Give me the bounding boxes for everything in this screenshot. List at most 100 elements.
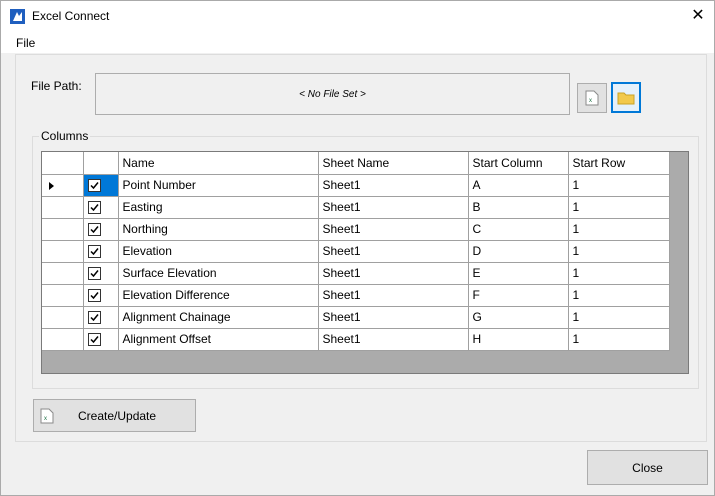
row-checkbox[interactable] (87, 223, 101, 237)
browse-folder-button[interactable] (611, 82, 641, 113)
cell-sheet-name[interactable]: Sheet1 (318, 196, 469, 219)
checkmark-icon (89, 248, 99, 256)
row-header-cell[interactable] (42, 262, 84, 285)
close-button-label: Close (632, 460, 663, 475)
close-button[interactable]: Close (587, 450, 708, 485)
file-path-label: File Path: (31, 79, 82, 93)
table-row[interactable]: Elevation Sheet1 D 1 (42, 240, 670, 263)
cell-name[interactable]: Point Number (118, 174, 319, 197)
row-header-cell[interactable] (42, 218, 84, 241)
table-row[interactable]: Alignment Offset Sheet1 H 1 (42, 328, 670, 351)
svg-text:x: x (589, 98, 592, 104)
row-checkbox-cell (83, 196, 119, 219)
checkbox-column-header (83, 152, 119, 175)
cell-name[interactable]: Surface Elevation (118, 262, 319, 285)
cell-start-column[interactable]: G (468, 306, 569, 329)
table-row[interactable]: Point Number Sheet1 A 1 (42, 174, 670, 197)
row-header-cell[interactable] (42, 174, 84, 197)
row-header-cell[interactable] (42, 284, 84, 307)
create-update-label: Create/Update (78, 409, 157, 423)
cell-name[interactable]: Alignment Offset (118, 328, 319, 351)
cell-start-column[interactable]: H (468, 328, 569, 351)
table-row[interactable]: Elevation Difference Sheet1 F 1 (42, 284, 670, 307)
row-checkbox-cell (83, 284, 119, 307)
row-checkbox-cell (83, 174, 119, 197)
row-checkbox-cell (83, 306, 119, 329)
file-path-field[interactable]: < No File Set > (95, 73, 570, 115)
folder-icon (617, 92, 635, 104)
cell-start-column[interactable]: F (468, 284, 569, 307)
table-row[interactable]: Alignment Chainage Sheet1 G 1 (42, 306, 670, 329)
cell-sheet-name[interactable]: Sheet1 (318, 218, 469, 241)
columns-table: Name Sheet Name Start Column Start Row P… (42, 152, 670, 351)
header-row: Name Sheet Name Start Column Start Row (42, 152, 670, 175)
checkmark-icon (89, 226, 99, 234)
cell-name[interactable]: Elevation Difference (118, 284, 319, 307)
cell-sheet-name[interactable]: Sheet1 (318, 240, 469, 263)
row-checkbox-cell (83, 328, 119, 351)
row-header-cell[interactable] (42, 306, 84, 329)
table-row[interactable]: Surface Elevation Sheet1 E 1 (42, 262, 670, 285)
row-header-cell[interactable] (42, 328, 84, 351)
close-icon[interactable]: ✕ (684, 4, 712, 28)
column-header-sheet-name[interactable]: Sheet Name (318, 152, 469, 175)
cell-start-column[interactable]: D (468, 240, 569, 263)
cell-sheet-name[interactable]: Sheet1 (318, 284, 469, 307)
cell-start-row[interactable]: 1 (568, 218, 670, 241)
cell-start-column[interactable]: B (468, 196, 569, 219)
cell-start-row[interactable]: 1 (568, 306, 670, 329)
row-checkbox[interactable] (87, 289, 101, 303)
column-header-start-column[interactable]: Start Column (468, 152, 569, 175)
row-header-corner (42, 152, 84, 175)
cell-start-row[interactable]: 1 (568, 240, 670, 263)
cell-sheet-name[interactable]: Sheet1 (318, 174, 469, 197)
cell-start-row[interactable]: 1 (568, 328, 670, 351)
cell-start-column[interactable]: A (468, 174, 569, 197)
cell-name[interactable]: Elevation (118, 240, 319, 263)
checkmark-icon (89, 270, 99, 278)
table-row[interactable]: Easting Sheet1 B 1 (42, 196, 670, 219)
checkmark-icon (89, 336, 99, 344)
excel-icon: x (585, 90, 599, 106)
cell-start-row[interactable]: 1 (568, 284, 670, 307)
menu-bar: File (1, 32, 714, 54)
checkmark-icon (89, 314, 99, 322)
cell-name[interactable]: Northing (118, 218, 319, 241)
excel-button[interactable]: x (577, 83, 607, 113)
row-checkbox[interactable] (87, 201, 101, 215)
svg-text:x: x (44, 416, 47, 422)
excel-icon: x (40, 408, 54, 424)
checkmark-icon (89, 292, 99, 300)
row-checkbox[interactable] (87, 333, 101, 347)
window-title: Excel Connect (32, 9, 110, 23)
row-header-cell[interactable] (42, 240, 84, 263)
row-checkbox[interactable] (87, 311, 101, 325)
cell-sheet-name[interactable]: Sheet1 (318, 262, 469, 285)
app-logo-icon (10, 9, 25, 24)
cell-start-row[interactable]: 1 (568, 262, 670, 285)
row-header-cell[interactable] (42, 196, 84, 219)
cell-name[interactable]: Alignment Chainage (118, 306, 319, 329)
columns-group-label: Columns (39, 129, 91, 143)
row-checkbox[interactable] (87, 245, 101, 259)
row-checkbox[interactable] (87, 267, 101, 281)
cell-name[interactable]: Easting (118, 196, 319, 219)
row-checkbox-cell (83, 262, 119, 285)
columns-data-grid[interactable]: Name Sheet Name Start Column Start Row P… (41, 151, 689, 374)
create-update-button[interactable]: x Create/Update (33, 399, 196, 432)
checkmark-icon (89, 182, 99, 190)
column-header-start-row[interactable]: Start Row (568, 152, 670, 175)
title-bar: Excel Connect ✕ (1, 1, 714, 32)
cell-start-column[interactable]: C (468, 218, 569, 241)
table-row[interactable]: Northing Sheet1 C 1 (42, 218, 670, 241)
cell-sheet-name[interactable]: Sheet1 (318, 306, 469, 329)
menu-file[interactable]: File (16, 36, 35, 50)
cell-sheet-name[interactable]: Sheet1 (318, 328, 469, 351)
row-indicator-arrow-icon (49, 181, 54, 190)
column-header-name[interactable]: Name (118, 152, 319, 175)
row-checkbox[interactable] (87, 179, 101, 193)
file-path-value: < No File Set > (299, 88, 366, 100)
cell-start-column[interactable]: E (468, 262, 569, 285)
cell-start-row[interactable]: 1 (568, 196, 670, 219)
cell-start-row[interactable]: 1 (568, 174, 670, 197)
